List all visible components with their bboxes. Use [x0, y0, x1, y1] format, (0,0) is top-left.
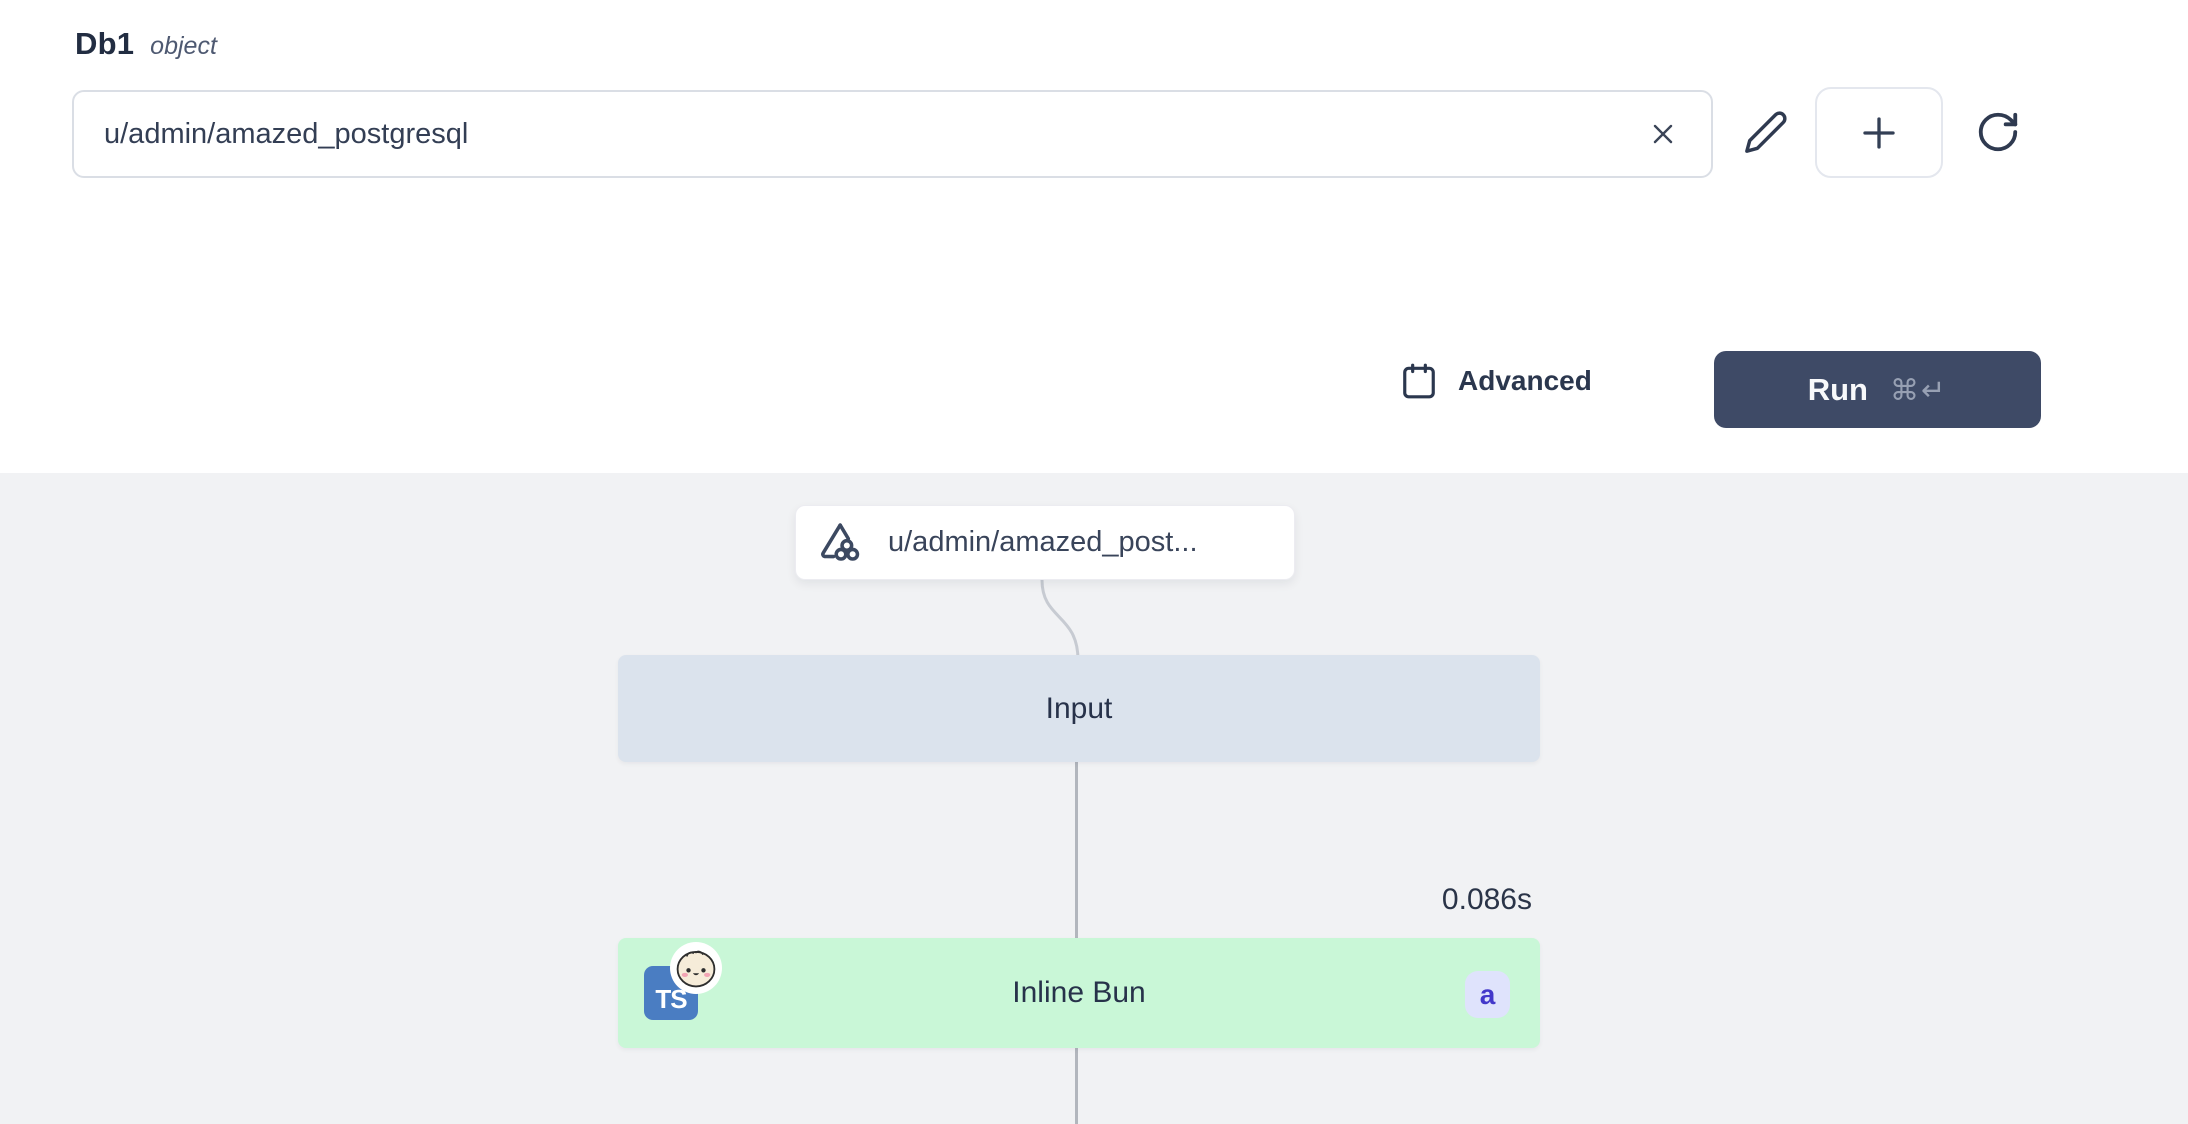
add-resource-button[interactable] — [1815, 87, 1943, 178]
clear-button[interactable] — [1641, 112, 1685, 156]
resource-path-input[interactable] — [104, 118, 1641, 151]
run-label: Run — [1808, 372, 1868, 408]
field-header: Db1 object — [75, 26, 217, 62]
run-shortcut-hint: ⌘↵ — [1890, 373, 1947, 407]
edge-resource-to-input — [1028, 580, 1088, 660]
duration-label: 0.086s — [1442, 883, 1532, 917]
flow-runner-page: Db1 object Advanced — [0, 0, 2188, 1124]
resource-path-field — [72, 90, 1713, 178]
inline-bun-node-label: Inline Bun — [1012, 976, 1145, 1010]
resource-chip-label: u/admin/amazed_post... — [888, 526, 1198, 559]
refresh-resource-button[interactable] — [1966, 100, 2030, 164]
run-button[interactable]: Run ⌘↵ — [1714, 351, 2041, 428]
input-node-label: Input — [1046, 692, 1113, 726]
edge-input-to-bun — [1075, 760, 1078, 939]
inline-bun-node[interactable]: TS Inline Bun a — [618, 938, 1540, 1048]
edit-resource-button[interactable] — [1734, 100, 1798, 164]
node-id-badge-label: a — [1480, 979, 1496, 1011]
calendar-icon — [1400, 362, 1438, 400]
bun-face-icon — [670, 942, 722, 994]
field-name: Db1 — [75, 26, 134, 62]
flow-canvas[interactable]: u/admin/amazed_post... Input 0.086s TS — [0, 473, 2188, 1124]
advanced-button[interactable]: Advanced — [1400, 362, 1592, 400]
triangle-molecule-icon — [816, 518, 866, 568]
x-icon — [1648, 119, 1678, 149]
pencil-icon — [1743, 109, 1789, 155]
plus-icon — [1858, 112, 1900, 154]
advanced-label: Advanced — [1458, 365, 1592, 397]
rotate-cw-icon — [1975, 109, 2021, 155]
node-id-badge: a — [1465, 971, 1510, 1018]
field-type: object — [150, 32, 217, 61]
input-node[interactable]: Input — [618, 655, 1540, 762]
resource-chip[interactable]: u/admin/amazed_post... — [795, 505, 1295, 580]
edge-bun-downstream — [1075, 1048, 1078, 1124]
